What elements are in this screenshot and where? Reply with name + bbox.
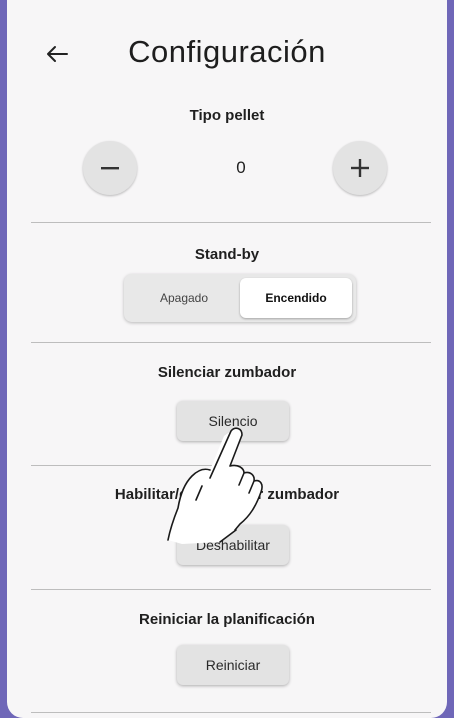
standby-toggle[interactable]: Apagado Encendido	[124, 274, 356, 322]
enable-buzzer-label: Habilitar/deshabilitar zumbador	[114, 486, 340, 503]
increment-button[interactable]	[333, 141, 387, 195]
standby-label: Stand-by	[194, 246, 260, 263]
page-title: Configuración	[128, 34, 326, 69]
reset-schedule-label: Reiniciar la planificación	[139, 611, 315, 628]
minus-icon	[101, 167, 119, 170]
pellet-value: 0	[236, 158, 246, 177]
divider	[31, 712, 431, 713]
reset-button[interactable]: Reiniciar	[177, 645, 289, 685]
mute-buzzer-label: Silenciar zumbador	[157, 364, 297, 381]
divider	[31, 589, 431, 590]
standby-option-off[interactable]: Apagado	[128, 278, 240, 318]
mute-button[interactable]: Silencio	[177, 401, 289, 441]
settings-screen: Configuración Tipo pellet 0 Stand-by Apa…	[7, 0, 447, 718]
pellet-type-label: Tipo pellet	[189, 107, 265, 124]
plus-icon	[351, 159, 369, 177]
divider	[31, 342, 431, 343]
decrement-button[interactable]	[83, 141, 137, 195]
standby-option-on[interactable]: Encendido	[240, 278, 352, 318]
divider	[31, 465, 431, 466]
divider	[31, 222, 431, 223]
disable-buzzer-button[interactable]: Deshabilitar	[177, 525, 289, 565]
